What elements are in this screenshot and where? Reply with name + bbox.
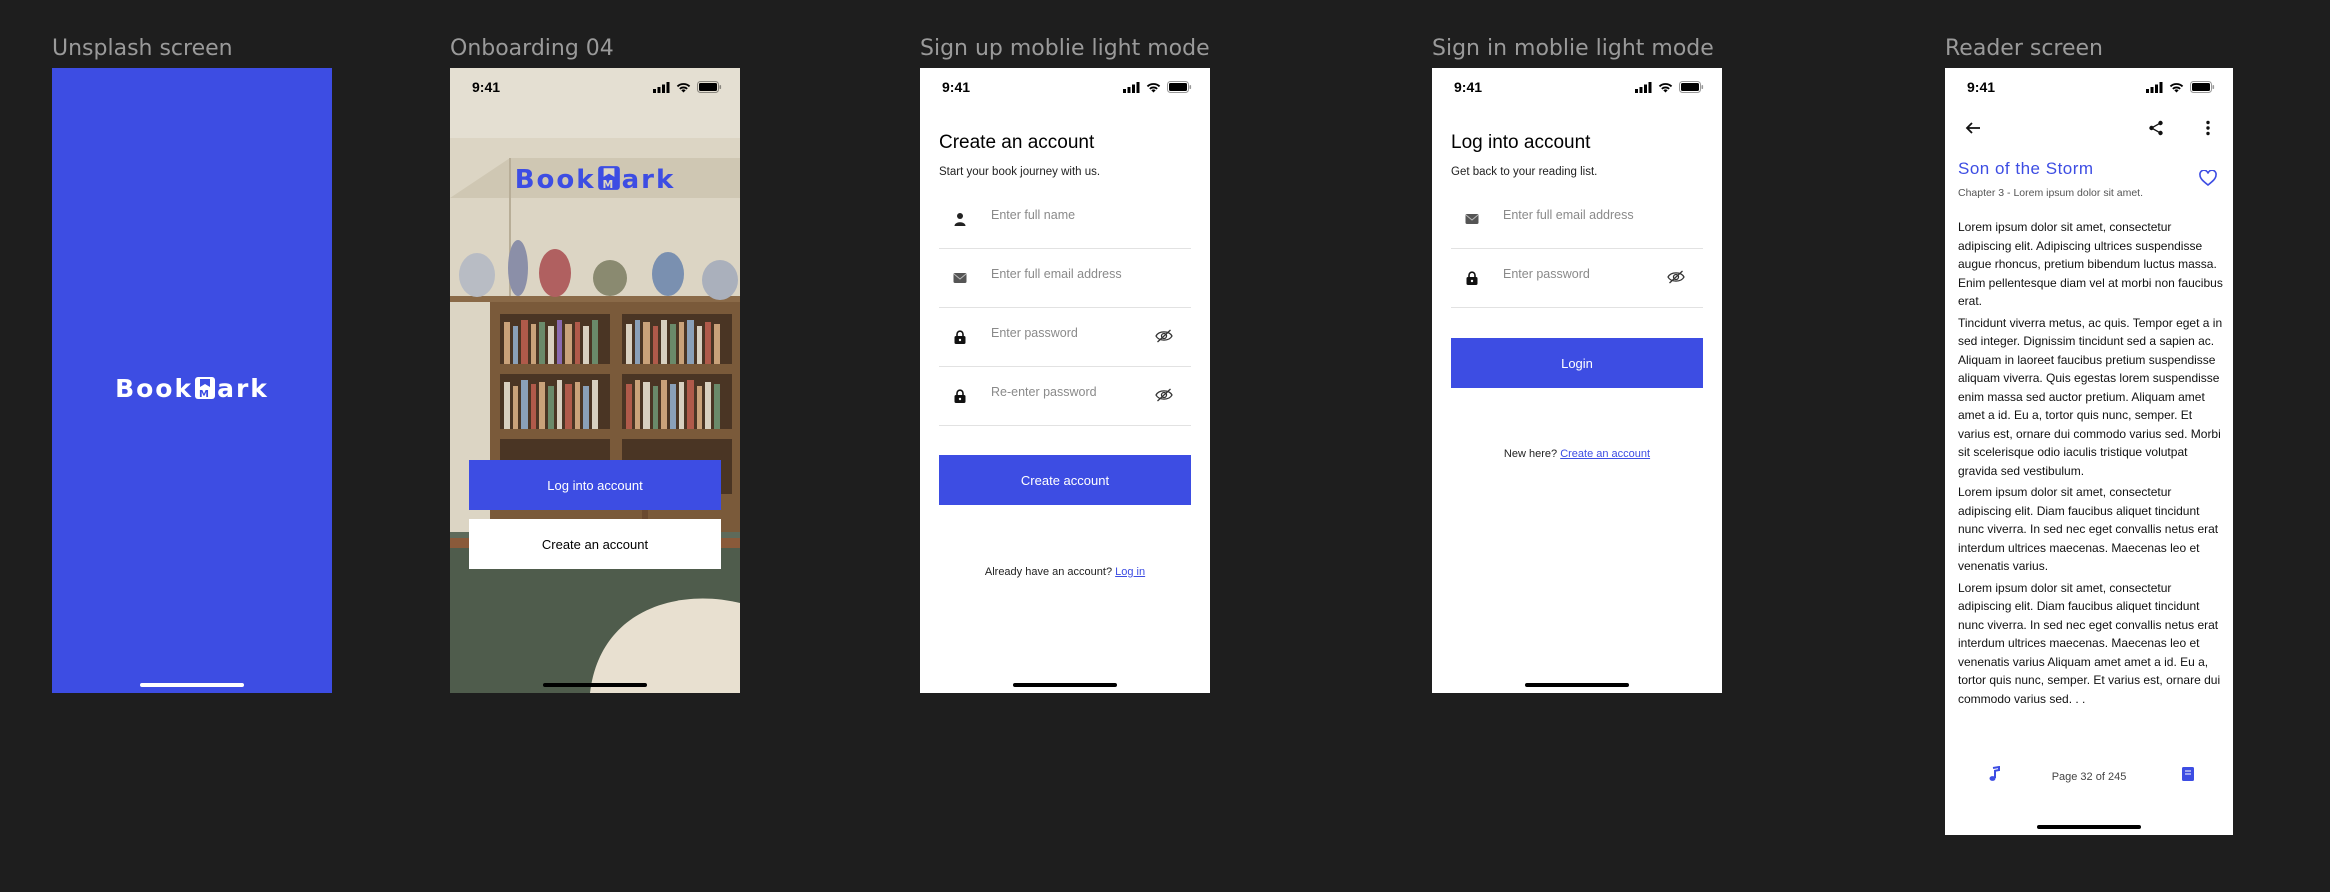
signup-prompt: New here? Create an account	[1432, 448, 1722, 460]
password-input[interactable]	[1503, 267, 1663, 281]
wifi-icon	[676, 82, 691, 93]
brand-logo: Book Mark	[52, 374, 332, 403]
status-time: 9:41	[1967, 79, 1996, 95]
lock-icon	[1465, 271, 1479, 285]
cellular-signal-icon	[1635, 82, 1652, 93]
create-account-link[interactable]: Create an account	[1560, 448, 1650, 460]
wifi-icon	[2169, 82, 2184, 93]
email-field[interactable]	[1451, 190, 1703, 249]
eye-off-icon[interactable]	[1155, 388, 1173, 402]
chapter-subtitle: Chapter 3 - Lorem ipsum dolor sit amet.	[1958, 187, 2143, 199]
status-time: 9:41	[942, 79, 971, 95]
cellular-signal-icon	[1123, 82, 1140, 93]
reenter-password-field[interactable]	[939, 367, 1191, 426]
login-prompt-text: Already have an account?	[984, 566, 1113, 578]
eye-off-icon[interactable]	[1667, 270, 1685, 284]
wifi-icon	[1146, 82, 1161, 93]
lock-icon	[953, 389, 967, 403]
battery-icon	[2190, 81, 2215, 93]
battery-icon	[1167, 81, 1192, 93]
home-indicator	[543, 683, 647, 687]
brand-left: Book	[115, 374, 194, 403]
wifi-icon	[1658, 82, 1673, 93]
paragraph: Lorem ipsum dolor sit amet, consectetur …	[1958, 220, 2223, 308]
brand-right: ark	[621, 165, 676, 195]
paragraph: Lorem ipsum dolor sit amet, consectetur …	[1958, 580, 2221, 706]
frame-label-splash: Unsplash screen	[52, 36, 233, 61]
login-prompt: Already have an account? Log in	[920, 566, 1210, 578]
full-name-input[interactable]	[991, 208, 1151, 222]
frame-label-reader: Reader screen	[1945, 36, 2103, 61]
log-into-account-button[interactable]: Log into account	[469, 460, 721, 510]
page-title: Create an account	[939, 132, 1095, 153]
back-arrow-icon[interactable]	[1965, 120, 1981, 136]
battery-icon	[1679, 81, 1704, 93]
email-field[interactable]	[939, 249, 1191, 308]
book-icon[interactable]	[2181, 766, 2195, 782]
email-input[interactable]	[1503, 208, 1663, 222]
page-subtitle: Get back to your reading list.	[1451, 166, 1598, 178]
brand-left: Book	[514, 165, 596, 195]
reading-content: Lorem ipsum dolor sit amet, consectetur …	[1958, 218, 2224, 711]
svg-text:M: M	[602, 178, 615, 191]
frame-label-signin: Sign in moblie light mode	[1432, 36, 1714, 61]
heart-icon[interactable]	[2199, 170, 2217, 186]
home-indicator	[1525, 683, 1629, 687]
eye-off-icon[interactable]	[1155, 329, 1173, 343]
signup-screen: 9:41 Create an account Start your book j…	[920, 68, 1210, 693]
brand-right: ark	[217, 374, 269, 403]
email-input[interactable]	[991, 267, 1151, 281]
home-indicator	[140, 683, 244, 687]
signup-prompt-text: New here?	[1503, 448, 1558, 460]
full-name-field[interactable]	[939, 190, 1191, 249]
library-illustration	[450, 68, 740, 693]
home-indicator	[2037, 825, 2141, 829]
mail-icon	[1465, 212, 1479, 226]
svg-text:M: M	[199, 389, 211, 400]
cellular-signal-icon	[653, 82, 670, 93]
brand-logo: Book Mark	[450, 165, 740, 195]
status-time: 9:41	[1454, 79, 1483, 95]
signin-screen: 9:41 Log into account Get back to your r…	[1432, 68, 1722, 693]
status-bar: 9:41	[1432, 68, 1722, 108]
create-account-submit-button[interactable]: Create account	[939, 455, 1191, 505]
bookmark-m-icon: M	[195, 377, 216, 400]
page-subtitle: Start your book journey with us.	[939, 166, 1101, 178]
lock-icon	[953, 330, 967, 344]
share-icon[interactable]	[2148, 120, 2164, 136]
reenter-password-input[interactable]	[991, 385, 1151, 399]
status-bar: 9:41	[1945, 68, 2233, 108]
log-in-link[interactable]: Log in	[1115, 566, 1145, 578]
paragraph: Lorem ipsum dolor sit amet, consectetur …	[1958, 485, 2219, 573]
paragraph: Tincidunt viverra metus, ac quis. Tempor…	[1958, 315, 2223, 478]
book-title: Son of the Storm	[1958, 159, 2094, 178]
reader-screen: 9:41 Son of the Storm Chapter 3 - Lorem …	[1945, 68, 2233, 835]
battery-icon	[697, 81, 722, 93]
status-time: 9:41	[472, 79, 501, 95]
splash-screen: Book Mark	[52, 68, 332, 693]
login-button[interactable]: Login	[1451, 338, 1703, 388]
status-bar: 9:41	[450, 68, 740, 108]
mail-icon	[953, 271, 967, 285]
frame-label-onboarding: Onboarding 04	[450, 36, 614, 61]
home-indicator	[1013, 683, 1117, 687]
more-vertical-icon[interactable]	[2205, 120, 2211, 136]
password-field[interactable]	[939, 308, 1191, 367]
frame-label-signup: Sign up moblie light mode	[920, 36, 1210, 61]
bookmark-m-icon: M	[597, 166, 620, 191]
password-field[interactable]	[1451, 249, 1703, 308]
status-bar: 9:41	[920, 68, 1210, 108]
user-icon	[953, 212, 967, 226]
password-input[interactable]	[991, 326, 1151, 340]
onboarding-screen: 9:41 Book Mark Log into account Create an…	[450, 68, 740, 693]
create-account-button[interactable]: Create an account	[469, 519, 721, 569]
cellular-signal-icon	[2146, 82, 2163, 93]
page-title: Log into account	[1451, 132, 1591, 153]
